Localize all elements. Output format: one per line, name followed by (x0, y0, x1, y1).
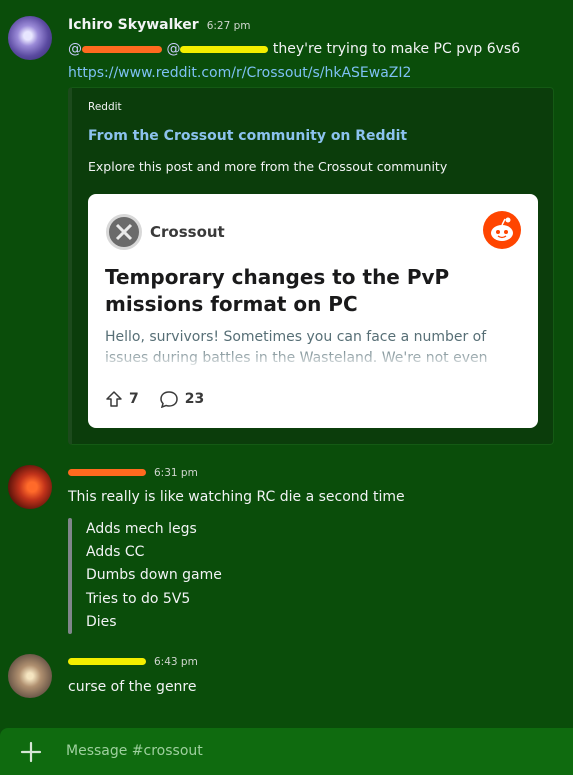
user-mention[interactable]: @ (68, 41, 162, 57)
message-composer (0, 728, 573, 775)
message-input[interactable] (66, 738, 546, 764)
link-embed: Reddit From the Crossout community on Re… (68, 87, 554, 445)
reddit-link[interactable]: https://www.reddit.com/r/Crossout/s/hkAS… (68, 65, 411, 81)
embed-provider: Reddit (88, 101, 122, 113)
avatar[interactable] (8, 16, 52, 60)
embed-card[interactable]: Crossout Temporary changes to the PvP mi… (88, 194, 538, 428)
card-community-name: Crossout (150, 223, 225, 241)
quote-line: Dumbs down game (86, 567, 222, 583)
timestamp: 6:43 pm (154, 656, 198, 668)
avatar[interactable] (8, 465, 52, 509)
card-stats: 7 23 (105, 390, 224, 408)
user-mention[interactable]: @ (166, 41, 269, 57)
timestamp: 6:31 pm (154, 467, 198, 479)
upvote-count: 7 (129, 391, 139, 407)
quote-line: Adds CC (86, 544, 145, 560)
message-text-suffix: they're trying to make PC pvp 6vs6 (272, 41, 521, 57)
message-header: 6:43 pm (68, 656, 198, 668)
card-fade (88, 346, 538, 376)
redacted-username[interactable] (68, 658, 146, 665)
redacted-username[interactable] (68, 469, 146, 476)
comment-count: 23 (184, 391, 205, 407)
upvote-icon (106, 391, 122, 407)
username[interactable]: Ichiro Skywalker (68, 17, 199, 33)
card-post-title: Temporary changes to the PvP missions fo… (105, 265, 450, 316)
message-text: This really is like watching RC die a se… (68, 489, 405, 505)
add-attachment-button[interactable] (20, 741, 42, 763)
redaction-mark (82, 46, 162, 53)
message-header: 6:31 pm (68, 467, 198, 479)
blockquote-bar (68, 518, 72, 634)
timestamp: 6:27 pm (206, 20, 251, 32)
reddit-icon (483, 211, 521, 249)
comment-stat: 23 (159, 390, 204, 408)
embed-title[interactable]: From the Crossout community on Reddit (88, 128, 407, 144)
comment-icon (159, 391, 178, 408)
message-text: @ @ they're trying to make PC pvp 6vs6 (68, 41, 520, 57)
quote-line: Dies (86, 614, 117, 630)
embed-description: Explore this post and more from the Cros… (88, 159, 448, 174)
message-text: curse of the genre (68, 679, 197, 695)
upvote-stat: 7 (105, 390, 139, 408)
crossout-logo-icon (106, 214, 142, 250)
message-header: Ichiro Skywalker 6:27 pm (68, 17, 251, 33)
quote-line: Adds mech legs (86, 521, 197, 537)
quote-line: Tries to do 5V5 (86, 591, 191, 607)
redaction-mark (180, 46, 269, 53)
avatar[interactable] (8, 654, 52, 698)
